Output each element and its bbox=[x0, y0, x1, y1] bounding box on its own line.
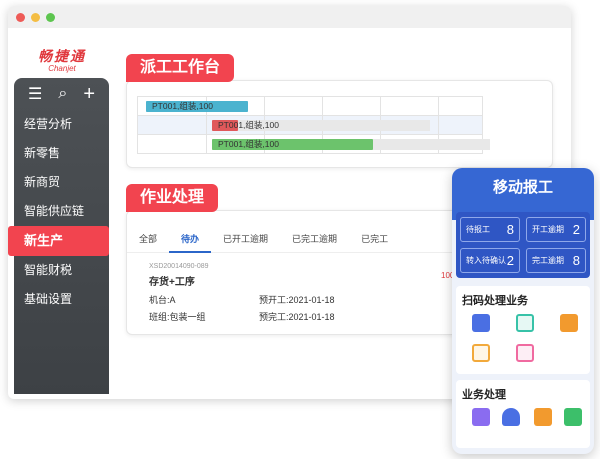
stat-value: 8 bbox=[572, 253, 580, 268]
task-list-icon[interactable] bbox=[472, 408, 490, 426]
work-order-plan-end: 预完工:2021-01-18 bbox=[259, 312, 335, 322]
stat-start-overdue[interactable]: 开工逾期 2 bbox=[526, 217, 586, 242]
stat-label: 完工逾期 bbox=[532, 256, 564, 265]
work-title: 作业处理 bbox=[126, 184, 219, 212]
sidebar-item-basic-settings[interactable]: 基础设置 bbox=[14, 285, 109, 314]
mobile-panel: 移动报工 待报工 8 开工逾期 2 转入待确认 2 完工逾期 8 扫码处理业务 业务处理 bbox=[452, 168, 594, 454]
stage: 畅捷通 Chanjet ☰ ⌕ + 经营分析 新零售 新商贸 智能供应链 新生产… bbox=[0, 0, 600, 459]
search-icon[interactable]: ⌕ bbox=[58, 85, 67, 103]
tab-start-overdue[interactable]: 已开工逾期 bbox=[211, 231, 280, 253]
minimize-window-icon[interactable] bbox=[31, 12, 40, 22]
stat-value: 2 bbox=[572, 222, 580, 237]
tab-finish-overdue[interactable]: 已完工逾期 bbox=[280, 231, 349, 253]
calendar-icon[interactable] bbox=[502, 408, 520, 426]
transfer-icon[interactable] bbox=[534, 408, 552, 426]
sidebar-toolbar: ☰ ⌕ + bbox=[14, 78, 109, 110]
stat-label: 转入待确认 bbox=[466, 256, 506, 265]
gantt-bar-label: PT001,组装,100 bbox=[218, 120, 279, 130]
work-order-icon[interactable] bbox=[472, 314, 490, 332]
scan-icon[interactable] bbox=[516, 314, 534, 332]
scan-section: 扫码处理业务 bbox=[456, 286, 590, 374]
stat-value: 2 bbox=[506, 253, 514, 268]
dispatch-title: 派工工作台 bbox=[126, 54, 235, 82]
stat-label: 开工逾期 bbox=[532, 225, 564, 234]
work-order-code: XSD20014090-089 bbox=[149, 263, 209, 270]
work-order-team: 班组:包装一组 bbox=[149, 312, 206, 322]
dispatch-panel: PT001,组装,100 PT001,组装,100 PT001,组装,100 bbox=[126, 80, 553, 168]
stat-value: 8 bbox=[506, 222, 514, 237]
stat-pending-confirm[interactable]: 转入待确认 2 bbox=[460, 248, 520, 273]
work-order-plan-start: 预开工:2021-01-18 bbox=[259, 295, 335, 305]
sidebar-item-business-analysis[interactable]: 经营分析 bbox=[14, 110, 109, 139]
complete-icon[interactable] bbox=[560, 314, 578, 332]
stat-label: 待报工 bbox=[466, 225, 490, 234]
menu-icon[interactable]: ☰ bbox=[28, 84, 42, 104]
work-order-machine: 机台:A bbox=[149, 295, 176, 305]
report-icon[interactable] bbox=[472, 344, 490, 362]
inspect-icon[interactable] bbox=[516, 344, 534, 362]
logo-cn-text: 畅捷通 bbox=[38, 48, 86, 64]
tools-icon[interactable] bbox=[564, 408, 582, 426]
sidebar-item-supply-chain[interactable]: 智能供应链 bbox=[14, 197, 109, 226]
mobile-stats-card: 待报工 8 开工逾期 2 转入待确认 2 完工逾期 8 bbox=[456, 212, 590, 278]
sidebar-item-new-production[interactable]: 新生产 bbox=[8, 226, 109, 256]
work-order-name: 存货+工序 bbox=[149, 277, 195, 288]
add-icon[interactable]: + bbox=[83, 83, 95, 106]
stat-pending-report[interactable]: 待报工 8 bbox=[460, 217, 520, 242]
close-window-icon[interactable] bbox=[16, 12, 25, 22]
sidebar-item-new-retail[interactable]: 新零售 bbox=[14, 139, 109, 168]
gantt-bar-3[interactable]: PT001,组装,100 bbox=[212, 139, 373, 150]
scan-section-title: 扫码处理业务 bbox=[462, 295, 528, 307]
tab-finished[interactable]: 已完工 bbox=[349, 231, 400, 253]
gantt-bar-1[interactable]: PT001,组装,100 bbox=[146, 101, 248, 112]
tab-todo[interactable]: 待办 bbox=[169, 231, 212, 253]
sidebar-item-new-trade[interactable]: 新商贸 bbox=[14, 168, 109, 197]
work-order-card[interactable]: XSD20014090-089 存货+工序 机台:A 预开工:2021-01-1… bbox=[149, 263, 335, 323]
sidebar: ☰ ⌕ + 经营分析 新零售 新商贸 智能供应链 新生产 智能财税 基础设置 bbox=[8, 78, 109, 394]
chanjet-logo: 畅捷通 Chanjet bbox=[32, 46, 92, 73]
window-titlebar bbox=[8, 6, 571, 28]
biz-section-title: 业务处理 bbox=[462, 389, 506, 401]
gantt-bar-label: PT001,组装,100 bbox=[152, 101, 213, 111]
biz-section: 业务处理 bbox=[456, 380, 590, 448]
stat-finish-overdue[interactable]: 完工逾期 8 bbox=[526, 248, 586, 273]
maximize-window-icon[interactable] bbox=[46, 12, 55, 22]
tab-all[interactable]: 全部 bbox=[127, 231, 169, 253]
gantt-chart: PT001,组装,100 PT001,组装,100 PT001,组装,100 bbox=[137, 96, 490, 154]
sidebar-item-finance-tax[interactable]: 智能财税 bbox=[14, 256, 109, 285]
gantt-bar-2[interactable]: PT001,组装,100 bbox=[212, 120, 279, 131]
gantt-bar-label: PT001,组装,100 bbox=[218, 139, 279, 149]
